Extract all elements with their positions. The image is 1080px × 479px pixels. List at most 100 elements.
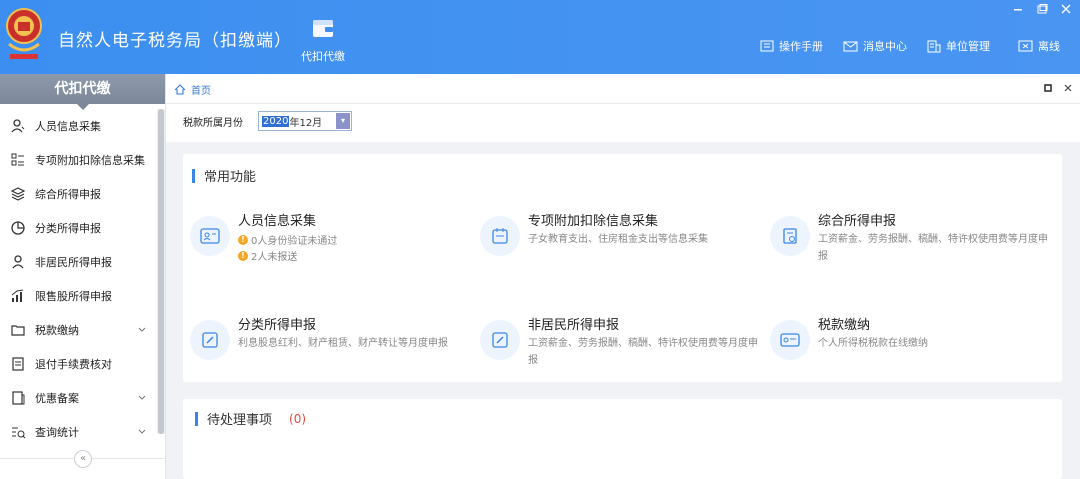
sidebar-item-label: 查询统计 <box>35 426 79 439</box>
manual-link[interactable]: 操作手册 <box>760 38 823 54</box>
document-icon <box>770 216 810 256</box>
func-categorized-income[interactable]: 分类所得申报 利息股息红利、财产租赁、财产转让等月度申报 <box>183 312 468 372</box>
func-name: 专项附加扣除信息采集 <box>528 214 659 229</box>
sidebar-item-restricted-shares[interactable]: 限售股所得申报 <box>0 279 156 313</box>
sidebar-item-label: 退付手续费核对 <box>35 358 112 371</box>
func-tax-payment[interactable]: 税款缴纳 个人所得税税款在线缴纳 <box>763 312 1048 372</box>
edit-icon <box>190 320 230 360</box>
sidebar-item-label: 人员信息采集 <box>35 120 101 133</box>
header-links: 操作手册 消息中心 单位管理 离线 <box>740 38 1060 54</box>
sidebar-item-label: 分类所得申报 <box>35 222 101 235</box>
sidebar-item-label: 专项附加扣除信息采集 <box>35 154 145 167</box>
withholding-toolbar-label: 代扣代缴 <box>301 50 345 63</box>
close-button[interactable] <box>1058 2 1074 16</box>
sidebar-item-tax-payment[interactable]: 税款缴纳 <box>0 313 156 347</box>
payment-card-icon <box>770 320 810 360</box>
common-functions-title: 常用功能 <box>192 166 256 185</box>
func-desc: 工资薪金、劳务报酬、稿酬、特许权使用费等月度申报 <box>528 338 758 366</box>
pie-icon <box>11 221 25 235</box>
func-name: 分类所得申报 <box>238 318 317 333</box>
tax-emblem-icon <box>6 8 42 59</box>
pending-items-card: 待处理事项 (0) <box>183 399 1062 479</box>
message-center-link[interactable]: 消息中心 <box>843 38 907 54</box>
offline-link[interactable]: 离线 <box>1018 38 1060 54</box>
sidebar-item-label: 优惠备案 <box>35 392 79 405</box>
folder-icon <box>11 325 25 336</box>
sidebar-menu: 人员信息采集 专项附加扣除信息采集 综合所得申报 分类所得申报 非居民所得申报 … <box>0 109 156 449</box>
sidebar-item-nonresident-income[interactable]: 非居民所得申报 <box>0 245 156 279</box>
func-comprehensive-income[interactable]: 综合所得申报 工资薪金、劳务报酬、稿酬、特许权使用费等月度申报 <box>763 208 1048 268</box>
scrollbar-thumb[interactable] <box>158 109 164 434</box>
close-panel-icon[interactable] <box>1064 84 1072 92</box>
period-label: 税款所属月份 <box>183 118 243 129</box>
func-special-deduction[interactable]: 专项附加扣除信息采集 子女教育支出、住房租金支出等信息采集 <box>473 208 758 268</box>
period-year: 2020 <box>262 115 290 127</box>
func-desc: 工资薪金、劳务报酬、稿酬、特许权使用费等月度申报 <box>818 234 1048 262</box>
layers-icon <box>10 187 26 201</box>
period-row: 税款所属月份 2020 年12月 ▾ <box>166 104 1080 142</box>
sidebar-item-special-deduction[interactable]: 专项附加扣除信息采集 <box>0 143 156 177</box>
sidebar-item-categorized-income[interactable]: 分类所得申报 <box>0 211 156 245</box>
list-icon <box>11 153 24 166</box>
app-title: 自然人电子税务局（扣缴端） <box>58 31 292 51</box>
restore-button[interactable] <box>1034 2 1050 16</box>
breadcrumb[interactable]: 首页 <box>174 82 211 97</box>
unit-management-label: 单位管理 <box>946 40 990 53</box>
func-nonresident-income[interactable]: 非居民所得申报 工资薪金、劳务报酬、稿酬、特许权使用费等月度申报 <box>473 312 758 372</box>
warning-unsubmitted: ! 2人未报送 <box>238 248 297 263</box>
tax-period-select[interactable]: 2020 年12月 ▾ <box>258 111 352 131</box>
building-icon <box>927 40 941 52</box>
sidebar-item-label: 税款缴纳 <box>35 324 79 337</box>
sidebar-scrollbar[interactable] <box>157 109 165 434</box>
func-personnel-info[interactable]: 人员信息采集 ! 0人身份验证未通过 ! 2人未报送 <box>183 208 468 268</box>
sidebar-item-preferential-filing[interactable]: 优惠备案 <box>0 381 156 415</box>
user-icon <box>12 255 24 269</box>
mail-icon <box>843 41 858 51</box>
warning-icon: ! <box>238 234 248 245</box>
func-desc: 个人所得税税款在线缴纳 <box>818 338 928 349</box>
chevron-down-icon <box>138 429 146 434</box>
func-name: 非居民所得申报 <box>528 318 620 333</box>
dropdown-arrow-icon[interactable]: ▾ <box>336 113 350 129</box>
window-controls <box>1010 2 1074 16</box>
func-name: 综合所得申报 <box>818 214 897 229</box>
sidebar-item-refund-fee[interactable]: 退付手续费核对 <box>0 347 156 381</box>
breadcrumb-bar: 首页 <box>166 74 1080 104</box>
manual-label: 操作手册 <box>779 40 823 53</box>
func-desc: 子女教育支出、住房租金支出等信息采集 <box>528 234 708 245</box>
home-icon <box>174 84 186 95</box>
wallet-icon <box>313 20 333 37</box>
chevron-down-icon <box>138 327 146 332</box>
maximize-panel-icon[interactable] <box>1044 84 1052 92</box>
bar-chart-icon <box>11 289 24 302</box>
book-icon <box>760 40 774 52</box>
doc-icon <box>12 357 24 371</box>
id-card-icon <box>190 216 230 256</box>
sidebar-item-label: 非居民所得申报 <box>35 256 112 269</box>
sidebar: 代扣代缴 人员信息采集 专项附加扣除信息采集 综合所得申报 分类所得申报 非居民… <box>0 74 166 479</box>
func-desc: 利息股息红利、财产租赁、财产转让等月度申报 <box>238 338 448 349</box>
search-list-icon <box>12 427 26 439</box>
func-name: 税款缴纳 <box>818 318 871 333</box>
copy-icon <box>12 391 25 405</box>
minimize-button[interactable] <box>1010 2 1026 16</box>
period-month: 年12月 <box>289 117 323 129</box>
func-name: 人员信息采集 <box>238 214 317 229</box>
pending-title: 待处理事项 (0) <box>195 409 306 429</box>
sidebar-item-query-stats[interactable]: 查询统计 <box>0 415 156 449</box>
sidebar-item-comprehensive-income[interactable]: 综合所得申报 <box>0 177 156 211</box>
warning-icon: ! <box>238 250 248 261</box>
edit-icon <box>480 320 520 360</box>
app-header: 自然人电子税务局（扣缴端） 代扣代缴 操作手册 消息中心 单位管理 离线 <box>0 0 1080 74</box>
collapse-sidebar-button[interactable]: « <box>74 450 92 468</box>
sidebar-item-personnel-info[interactable]: 人员信息采集 <box>0 109 156 143</box>
pending-count[interactable]: (0) <box>289 412 306 426</box>
unit-management-link[interactable]: 单位管理 <box>927 38 990 54</box>
withholding-toolbar-button[interactable]: 代扣代缴 <box>296 16 350 70</box>
breadcrumb-home: 首页 <box>191 86 211 97</box>
common-functions-card: 常用功能 人员信息采集 ! 0人身份验证未通过 ! 2人未报送 专项附加扣除信息采集… <box>183 154 1062 382</box>
offline-label: 离线 <box>1038 40 1060 53</box>
calendar-icon <box>480 216 520 256</box>
sidebar-header: 代扣代缴 <box>0 74 165 110</box>
sidebar-item-label: 综合所得申报 <box>35 188 101 201</box>
